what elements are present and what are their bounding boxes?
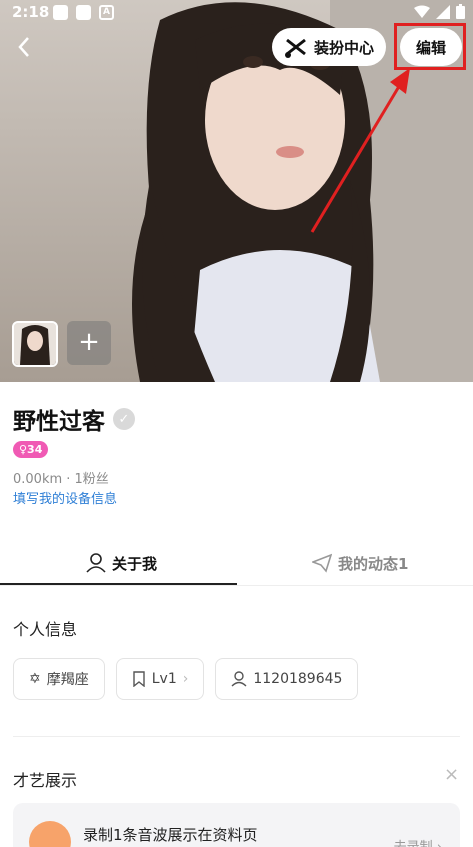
chip-user-id[interactable]: 1120189645: [215, 658, 359, 700]
star-icon: ✡: [29, 671, 41, 687]
bookmark-icon: [133, 671, 145, 687]
tab-my-moments[interactable]: 我的动态1: [312, 540, 408, 586]
back-button[interactable]: [12, 34, 38, 60]
go-record-link[interactable]: 去录制 ›: [394, 836, 442, 847]
wifi-icon: [414, 5, 430, 18]
profile-name: 野性过客: [13, 409, 105, 435]
status-time: 2:18: [12, 3, 50, 21]
chip-zodiac[interactable]: ✡ 摩羯座: [13, 658, 105, 700]
verified-check-icon[interactable]: ✓: [113, 408, 135, 430]
status-icons: [414, 4, 465, 19]
edit-highlight-box: [394, 23, 466, 70]
chevron-right-icon: ›: [182, 671, 189, 687]
profile-name-row: 野性过客 ✓: [13, 402, 135, 436]
chip-level[interactable]: Lv1 ›: [115, 658, 205, 700]
talent-title: 才艺展示: [13, 771, 78, 790]
send-icon: [312, 553, 332, 573]
personal-info-title: 个人信息: [13, 620, 78, 639]
battery-icon: [456, 4, 465, 19]
dress-center-button[interactable]: 装扮中心: [272, 28, 386, 66]
tab-moments-label: 我的动态1: [338, 554, 409, 573]
notification-icon: [53, 5, 68, 20]
chip-level-label: Lv1: [151, 671, 177, 687]
level-badge: ♀34: [13, 441, 49, 458]
person-icon: [86, 553, 106, 573]
chevron-left-icon: [18, 37, 29, 57]
photo-thumbnail[interactable]: [12, 321, 58, 367]
record-sound-text: 录制1条音波展示在资料页: [83, 826, 258, 844]
sound-wave-icon: [29, 821, 71, 847]
notification-icon: [76, 5, 91, 20]
section-divider: [13, 736, 460, 737]
notification-icon: A: [99, 5, 114, 20]
personal-info-chips: ✡ 摩羯座 Lv1 › 1120189645: [13, 658, 359, 700]
dress-up-icon: [284, 38, 306, 58]
fill-device-info-link[interactable]: 填写我的设备信息: [13, 488, 117, 507]
tab-about-me[interactable]: 关于我: [86, 540, 157, 586]
plus-icon: +: [78, 327, 100, 357]
distance-fans-text: 0.00km · 1粉丝: [13, 472, 109, 487]
profile-tabs: 关于我 我的动态1: [0, 540, 473, 586]
active-tab-indicator: [0, 583, 237, 585]
person-icon: [231, 671, 247, 687]
chip-zodiac-label: 摩羯座: [46, 672, 89, 688]
add-photo-button[interactable]: +: [67, 321, 111, 365]
thumbnail-image: [14, 323, 56, 365]
chip-user-id-label: 1120189645: [253, 671, 343, 687]
profile-cover-photo[interactable]: 2:18 A 装扮中心 编辑 +: [0, 0, 473, 382]
close-icon[interactable]: ×: [444, 764, 459, 785]
tab-about-label: 关于我: [112, 554, 158, 573]
record-sound-card[interactable]: 录制1条音波展示在资料页 去录制 ›: [13, 803, 460, 847]
signal-icon: [436, 4, 450, 19]
dress-center-label: 装扮中心: [313, 38, 374, 57]
